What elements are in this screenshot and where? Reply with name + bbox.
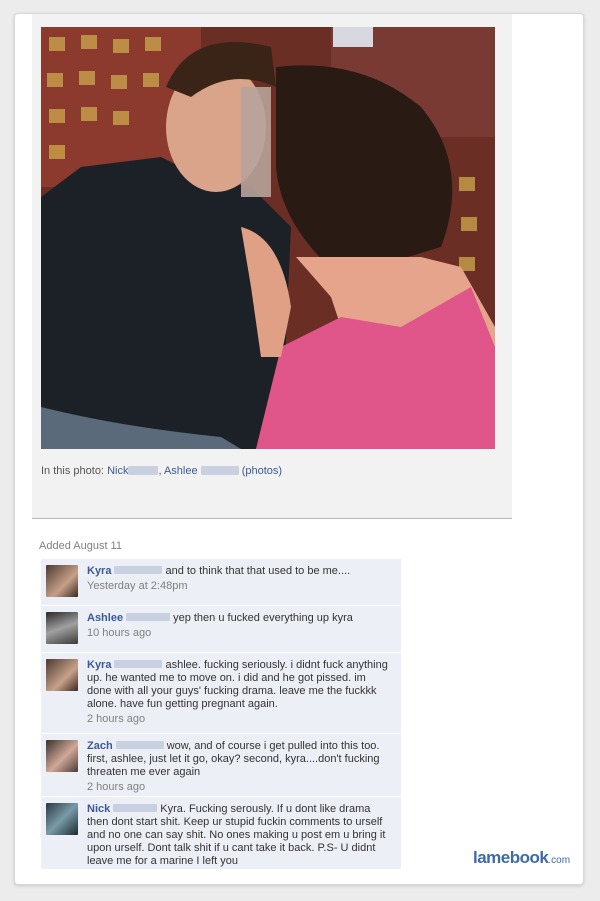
avatar[interactable] (46, 565, 78, 597)
comment-author[interactable]: Zach (87, 740, 113, 752)
comment-item: Zach wow, and of course i get pulled into… (41, 734, 401, 797)
comment-item: Kyra ashlee. fucking seriously. i didnt f… (41, 653, 401, 734)
redacted-surname (114, 566, 163, 574)
avatar[interactable] (46, 803, 78, 835)
tag-separator: , (158, 465, 162, 477)
tag-nick-link[interactable]: Nick (107, 465, 128, 477)
comment-time: 2 hours ago (87, 713, 146, 725)
avatar[interactable] (46, 612, 78, 644)
brand-suffix: .com (548, 855, 571, 866)
comment-body: Kyra and to think that that used to be me… (87, 565, 391, 593)
post-card: In this photo: Nick, Ashlee (photos) Add… (14, 13, 584, 885)
tag-line: In this photo: Nick, Ashlee (photos) (41, 465, 282, 477)
tag-line-prefix: In this photo: (41, 465, 104, 477)
tagged-photo[interactable] (41, 27, 495, 449)
lamebook-logo[interactable]: lamebook.com (473, 848, 570, 868)
avatar[interactable] (46, 740, 78, 772)
comment-item: Kyra and to think that that used to be me… (41, 559, 401, 606)
comment-text: Kyra. Fucking serously. If u dont like d… (87, 803, 386, 867)
comment-body: Nick Kyra. Fucking serously. If u dont li… (87, 803, 391, 868)
comment-time: 10 hours ago (87, 627, 152, 639)
comment-time: 2 hours ago (87, 781, 146, 793)
comment-item: Ashlee yep then u fucked everything up ky… (41, 606, 401, 653)
tag-ashlee-link[interactable]: Ashlee (164, 465, 198, 477)
redacted-surname (115, 741, 164, 749)
redacted-surname (128, 466, 159, 475)
redacted-surname (114, 660, 163, 668)
photos-link[interactable]: (photos) (242, 465, 282, 477)
comment-text: and to think that that used to be me.... (165, 565, 351, 577)
avatar[interactable] (46, 659, 78, 691)
comment-body: Zach wow, and of course i get pulled into… (87, 740, 391, 794)
comment-body: Kyra ashlee. fucking seriously. i didnt f… (87, 659, 391, 726)
comment-time: Yesterday at 2:48pm (87, 580, 188, 592)
comment-body: Ashlee yep then u fucked everything up ky… (87, 612, 391, 640)
comment-author[interactable]: Kyra (87, 565, 111, 577)
redacted-surname (126, 613, 171, 621)
comment-author[interactable]: Ashlee (87, 612, 123, 624)
redacted-surname (200, 466, 239, 475)
comment-text: yep then u fucked everything up kyra (173, 612, 353, 624)
comment-author[interactable]: Kyra (87, 659, 111, 671)
comment-item: Nick Kyra. Fucking serously. If u dont li… (41, 797, 401, 870)
photo-panel: In this photo: Nick, Ashlee (photos) (32, 14, 512, 519)
redacted-surname (113, 804, 158, 812)
brand-name: lamebook (473, 848, 549, 867)
added-date: Added August 11 (39, 540, 122, 552)
comment-author[interactable]: Nick (87, 803, 110, 815)
